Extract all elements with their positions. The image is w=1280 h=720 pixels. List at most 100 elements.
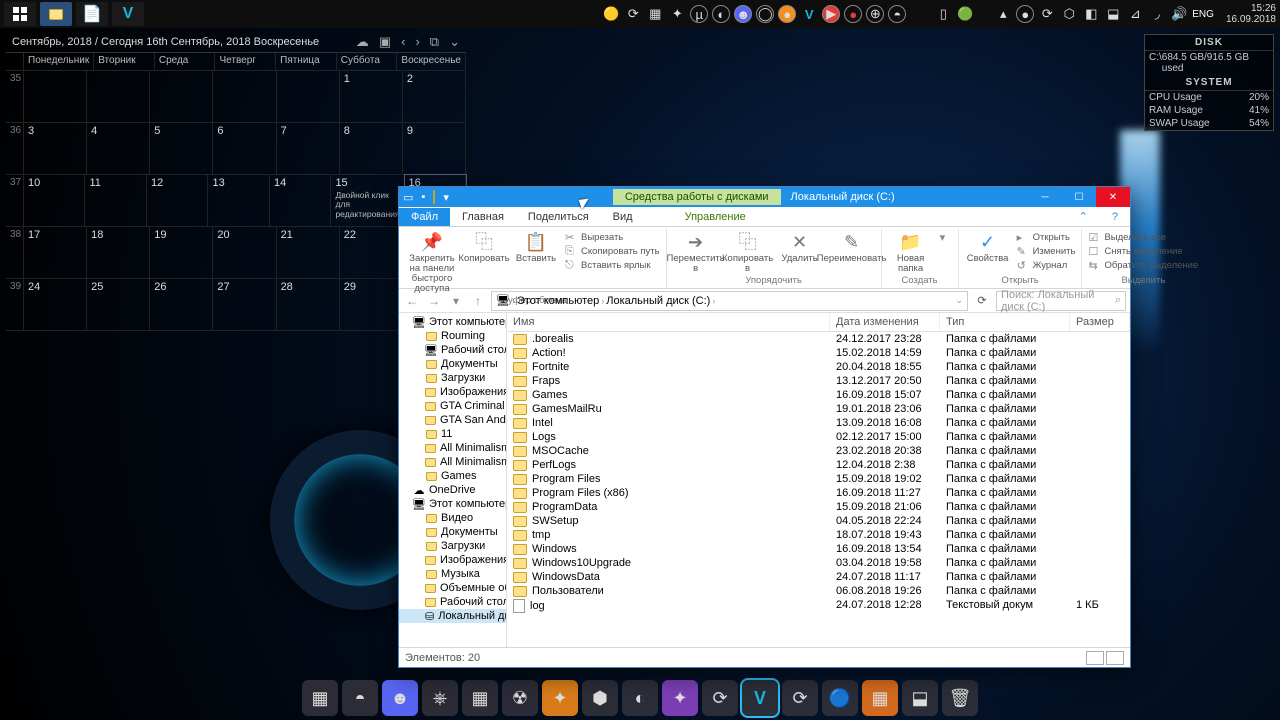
nav-item[interactable]: Музыка	[399, 567, 506, 581]
taskbar-app1[interactable]: 📄	[76, 2, 108, 26]
nav-item[interactable]: ⛁Локальный диск (C:)	[399, 609, 506, 623]
nav-item[interactable]: All Minimalism	[399, 455, 506, 469]
expand-icon[interactable]: ⌄	[449, 34, 460, 50]
dock-epic[interactable]: ▦	[462, 680, 498, 716]
calendar-cell[interactable]: 5	[150, 123, 213, 175]
dock-csgo[interactable]: ✦	[542, 680, 578, 716]
tray-discord-icon[interactable]: ☻	[734, 5, 752, 23]
nav-item[interactable]: Документы	[399, 525, 506, 539]
maximize-button[interactable]: ☐	[1062, 187, 1096, 207]
calendar-cell[interactable]	[87, 71, 150, 123]
nav-item[interactable]: GTA San Andreas	[399, 413, 506, 427]
dock-app7[interactable]: ⬓	[902, 680, 938, 716]
file-row[interactable]: Fraps13.12.2017 20:50Папка с файлами	[507, 374, 1130, 388]
calendar-cell[interactable]: 15Двойной кликдляредактирования	[331, 175, 404, 227]
file-row[interactable]: Intel13.09.2018 16:08Папка с файлами	[507, 416, 1130, 430]
nav-item[interactable]: Загрузки	[399, 371, 506, 385]
file-row[interactable]: .borealis24.12.2017 23:28Папка с файлами	[507, 332, 1130, 346]
calendar-cell[interactable]: 2	[403, 71, 466, 123]
tray-app5-icon[interactable]: ▶	[822, 5, 840, 23]
taskbar-explorer[interactable]	[40, 2, 72, 26]
tray-steam-icon[interactable]: ⟳	[624, 5, 642, 23]
back-button[interactable]: ←	[403, 294, 421, 308]
file-row[interactable]: tmp18.07.2018 19:43Папка с файлами	[507, 528, 1130, 542]
open-button[interactable]: ▸Открыть	[1017, 231, 1076, 243]
calendar-cell[interactable]: 27	[213, 279, 276, 331]
calendar-cell[interactable]: 6	[213, 123, 276, 175]
calendar-cell[interactable]: 8	[340, 123, 403, 175]
calendar-cell[interactable]: 7	[277, 123, 340, 175]
dock-app6[interactable]: ▦	[862, 680, 898, 716]
tray-app4-icon[interactable]: ●	[778, 5, 796, 23]
dock-obs[interactable]: ◓	[342, 680, 378, 716]
copyto-button[interactable]: ⿻Копировать в	[725, 231, 771, 274]
tray-doc-icon[interactable]: ▯	[934, 5, 952, 23]
refresh-button[interactable]: ⟳	[972, 294, 992, 307]
file-row[interactable]: Action!15.02.2018 14:59Папка с файлами	[507, 346, 1130, 360]
help-icon[interactable]: ?	[1100, 208, 1130, 226]
forward-button[interactable]: →	[425, 294, 443, 308]
calendar-cell[interactable]: 18	[87, 227, 150, 279]
copypath-button[interactable]: ⎘Скопировать путь	[565, 245, 660, 257]
nav-item[interactable]: 🖥Рабочий стол	[399, 343, 506, 357]
calendar-cell[interactable]: 19	[150, 227, 213, 279]
recent-button[interactable]: ▾	[447, 294, 465, 308]
tray-sys1-icon[interactable]: ●	[1016, 5, 1034, 23]
calendar-cell[interactable]: 10	[24, 175, 85, 227]
file-row[interactable]: SWSetup04.05.2018 22:24Папка с файлами	[507, 514, 1130, 528]
tray-obs-icon[interactable]: ◓	[888, 5, 906, 23]
file-row[interactable]: Program Files (x86)16.09.2018 11:27Папка…	[507, 486, 1130, 500]
file-row[interactable]: Windows16.09.2018 13:54Папка с файлами	[507, 542, 1130, 556]
nav-item[interactable]: 11	[399, 427, 506, 441]
qat-explorer-icon[interactable]: ▭	[399, 191, 417, 204]
dock-pubg[interactable]: ▦	[302, 680, 338, 716]
up-button[interactable]: ↑	[469, 294, 487, 308]
calendar-cell[interactable]: 9	[403, 123, 466, 175]
calendar-cell[interactable]: 24	[24, 279, 87, 331]
dock-steam[interactable]: ⟳	[702, 680, 738, 716]
breadcrumb[interactable]: 🖥› Этот компьютер› Локальный диск (C:)› …	[491, 291, 968, 311]
cut-button[interactable]: ✂Вырезать	[565, 231, 660, 243]
file-row[interactable]: Windows10Upgrade03.04.2018 19:58Папка с …	[507, 556, 1130, 570]
nav-item[interactable]: Изображения	[399, 385, 506, 399]
column-headers[interactable]: Имя Дата изменения Тип Размер	[507, 313, 1130, 332]
tray-app2-icon[interactable]: ◐	[712, 5, 730, 23]
file-row[interactable]: Program Files15.09.2018 19:02Папка с фай…	[507, 472, 1130, 486]
properties-button[interactable]: ✓Свойства	[965, 231, 1011, 264]
dock-app2[interactable]: ☢	[502, 680, 538, 716]
file-row[interactable]: GamesMailRu19.01.2018 23:06Папка с файла…	[507, 402, 1130, 416]
dock-discord[interactable]: ☻	[382, 680, 418, 716]
file-row[interactable]: Fortnite20.04.2018 18:55Папка с файлами	[507, 360, 1130, 374]
calendar-cell[interactable]: 11	[85, 175, 146, 227]
close-button[interactable]: ✕	[1096, 187, 1130, 207]
tab-file[interactable]: Файл	[399, 208, 450, 226]
calendar-cell[interactable]: 14	[270, 175, 331, 227]
taskbar-clock[interactable]: 15:26 16.09.2018	[1226, 3, 1276, 25]
calendar-cell[interactable]: 1	[340, 71, 403, 123]
cloud-icon[interactable]: ☁	[356, 34, 369, 50]
tray-app6-icon[interactable]: ⊕	[866, 5, 884, 23]
moveto-button[interactable]: ➔Переместить в	[673, 231, 719, 274]
titlebar[interactable]: ▭ ▪ ▾ Средства работы с дисками Локальны…	[399, 187, 1130, 207]
calendar-cell[interactable]: 22	[340, 227, 403, 279]
nav-item[interactable]: Изображения	[399, 553, 506, 567]
calendar-cell[interactable]	[150, 71, 213, 123]
tray-lang[interactable]: ENG	[1192, 9, 1214, 20]
drive-tools-tab[interactable]: Средства работы с дисками	[613, 189, 781, 205]
file-row[interactable]: WindowsData24.07.2018 11:17Папка с файла…	[507, 570, 1130, 584]
tray-volume-icon[interactable]: 🔊	[1170, 5, 1188, 23]
copy-button[interactable]: ⿻Копировать	[461, 231, 507, 264]
delete-button[interactable]: ✕Удалить	[777, 231, 823, 264]
tray-utorrent-icon[interactable]: µ	[690, 5, 708, 23]
calendar-cell[interactable]: 17	[24, 227, 87, 279]
nav-item[interactable]: Rouming	[399, 329, 506, 343]
pin-button[interactable]: 📌Закрепить на панели быстрого доступа	[409, 231, 455, 294]
tray-sys3-icon[interactable]: ⬡	[1060, 5, 1078, 23]
dock-app5[interactable]: ✦	[662, 680, 698, 716]
minimize-button[interactable]: ─	[1028, 187, 1062, 207]
nav-item[interactable]: Рабочий стол	[399, 595, 506, 609]
calendar-cell[interactable]: 26	[150, 279, 213, 331]
file-row[interactable]: Games16.09.2018 15:07Папка с файлами	[507, 388, 1130, 402]
tray-vegas-icon[interactable]: V	[800, 5, 818, 23]
shortcut-button[interactable]: ⎋Вставить ярлык	[565, 259, 660, 271]
